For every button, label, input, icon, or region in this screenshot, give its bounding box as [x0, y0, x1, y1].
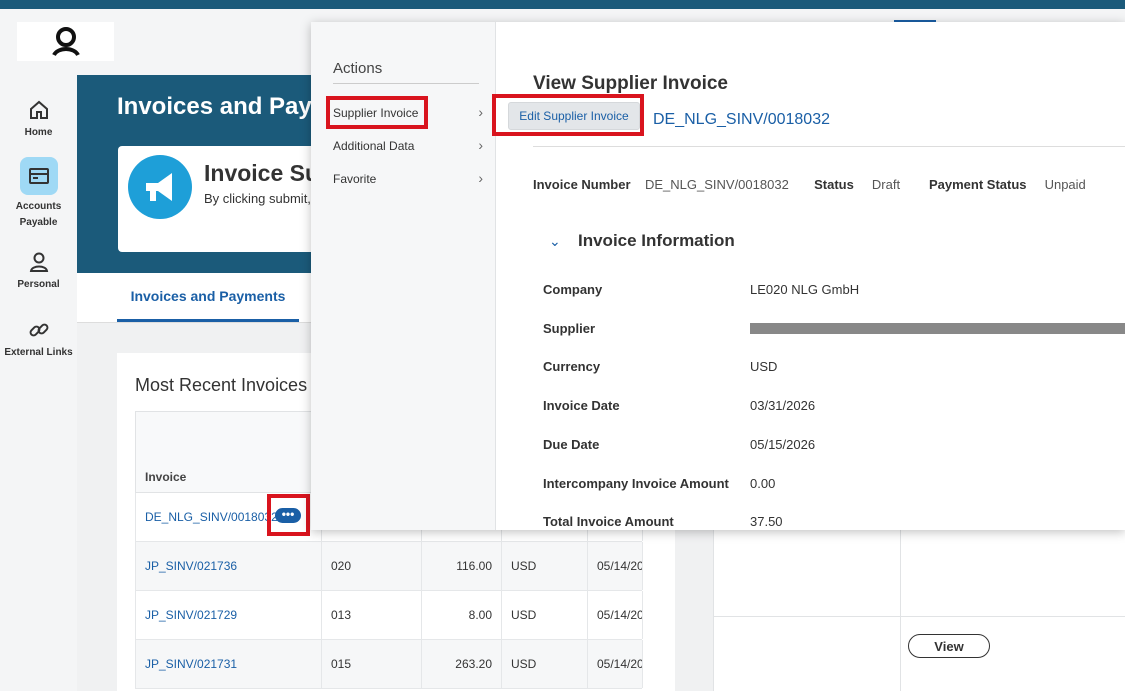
status-value: Draft: [871, 177, 901, 192]
tab-invoices-and-payments[interactable]: Invoices and Payments: [117, 273, 299, 322]
invoice-link[interactable]: JP_SINV/021736: [136, 542, 322, 590]
field-label: Intercompany Invoice Amount: [543, 476, 729, 491]
highlight-box: [267, 494, 310, 536]
field-label: Due Date: [543, 437, 600, 452]
sidebar-item-accounts-payable[interactable]: Accounts Payable: [0, 157, 77, 231]
person-icon: [29, 252, 48, 272]
sidebar-item-label: External Links: [4, 347, 73, 358]
person-logo-icon: [51, 26, 80, 56]
field-value: USD: [750, 359, 778, 374]
sidebar-item-label: Accounts Payable: [15, 201, 62, 228]
table-cell-amount: 116.00: [422, 542, 502, 590]
field-label: Currency: [543, 359, 601, 374]
menu-item-favorite[interactable]: Favorite ›: [333, 170, 483, 186]
table-row: JP_SINV/021736 020 116.00 USD 05/14/20: [135, 542, 643, 591]
sidebar-item-label: Personal: [17, 279, 60, 290]
field-label: Supplier: [543, 321, 596, 336]
table-cell-date: 05/14/20: [588, 542, 643, 590]
invoice-reference-link[interactable]: DE_NLG_SINV/0018032: [653, 111, 830, 129]
invoice-link[interactable]: JP_SINV/021729: [136, 591, 322, 639]
active-indicator: [19, 157, 58, 195]
table-cell-currency: USD: [502, 640, 588, 688]
chevron-right-icon: ›: [478, 104, 483, 120]
link-icon: [29, 323, 48, 337]
actions-heading: Actions: [333, 60, 383, 77]
chevron-down-icon[interactable]: ⌄: [549, 233, 561, 250]
table-cell-amount: 8.00: [422, 591, 502, 639]
card-icon: [28, 168, 49, 184]
field-value: 0.00: [750, 476, 776, 491]
sidebar-item-label: Home: [24, 127, 53, 138]
page-tabs: Invoices and Payments: [77, 273, 317, 323]
section-title[interactable]: Invoice Information: [578, 231, 735, 251]
divider: [333, 83, 479, 84]
sidebar-item-external-links[interactable]: External Links: [0, 319, 77, 361]
table-cell-date: 05/14/20: [588, 640, 643, 688]
detail-title: View Supplier Invoice: [533, 73, 728, 94]
invoice-meta-row: Invoice Number DE_NLG_SINV/0018032 Statu…: [533, 177, 1086, 192]
divider: [714, 616, 1125, 617]
menu-item-additional-data[interactable]: Additional Data ›: [333, 137, 483, 153]
invoice-number-value: DE_NLG_SINV/0018032: [644, 177, 789, 192]
view-button[interactable]: View: [908, 634, 990, 658]
invoice-number-label: Invoice Number: [533, 177, 631, 192]
page-banner: Invoices and Paym Invoice Su By clicking…: [77, 75, 333, 273]
table-cell: 015: [322, 640, 422, 688]
chevron-right-icon: ›: [478, 170, 483, 186]
table-cell: 013: [322, 591, 422, 639]
payment-status-value: Unpaid: [1044, 177, 1086, 192]
right-panel: [713, 528, 1125, 691]
highlight-box: [326, 96, 428, 129]
field-label: Total Invoice Amount: [543, 514, 674, 529]
field-label: Company: [543, 282, 603, 297]
field-value: LE020 NLG GmbH: [750, 282, 860, 297]
highlight-box: [492, 94, 644, 136]
invoice-link[interactable]: JP_SINV/021731: [136, 640, 322, 688]
company-logo[interactable]: [17, 22, 114, 61]
table-cell-currency: USD: [502, 542, 588, 590]
table-cell-currency: USD: [502, 591, 588, 639]
table-cell: 020: [322, 542, 422, 590]
menu-item-label: Additional Data: [333, 139, 415, 153]
sidebar-item-personal[interactable]: Personal: [0, 251, 77, 293]
column-header-invoice: Invoice: [145, 470, 187, 484]
chevron-right-icon: ›: [478, 137, 483, 153]
table-row: JP_SINV/021731 015 263.20 USD 05/14/20: [135, 640, 643, 689]
announcement-card[interactable]: Invoice Su By clicking submit,: [118, 146, 318, 252]
field-value: 37.50: [750, 514, 783, 529]
announcement-title: Invoice Su: [204, 160, 318, 186]
home-icon: [29, 100, 48, 119]
redacted-value: [750, 323, 1125, 334]
menu-item-label: Favorite: [333, 172, 377, 186]
field-label: Invoice Date: [543, 398, 620, 413]
table-cell-date: 05/14/20: [588, 591, 643, 639]
payment-status-label: Payment Status: [928, 177, 1027, 192]
divider: [900, 528, 901, 691]
status-label: Status: [814, 177, 854, 192]
megaphone-icon: [128, 155, 192, 219]
table-row: JP_SINV/021729 013 8.00 USD 05/14/20: [135, 591, 643, 640]
field-value: 05/15/2026: [750, 437, 816, 452]
card-title: Most Recent Invoices: [135, 375, 308, 395]
divider: [533, 146, 1125, 147]
table-cell-amount: 263.20: [422, 640, 502, 688]
sidebar-nav: Home Accounts Payable Personal External …: [0, 75, 78, 691]
page-title: Invoices and Paym: [117, 93, 334, 120]
field-value: 03/31/2026: [750, 398, 816, 413]
announcement-subtitle: By clicking submit,: [204, 191, 311, 206]
sidebar-item-home[interactable]: Home: [0, 99, 77, 141]
actions-popup: Actions Supplier Invoice › Additional Da…: [311, 22, 1125, 530]
top-accent-bar: [0, 0, 1125, 9]
